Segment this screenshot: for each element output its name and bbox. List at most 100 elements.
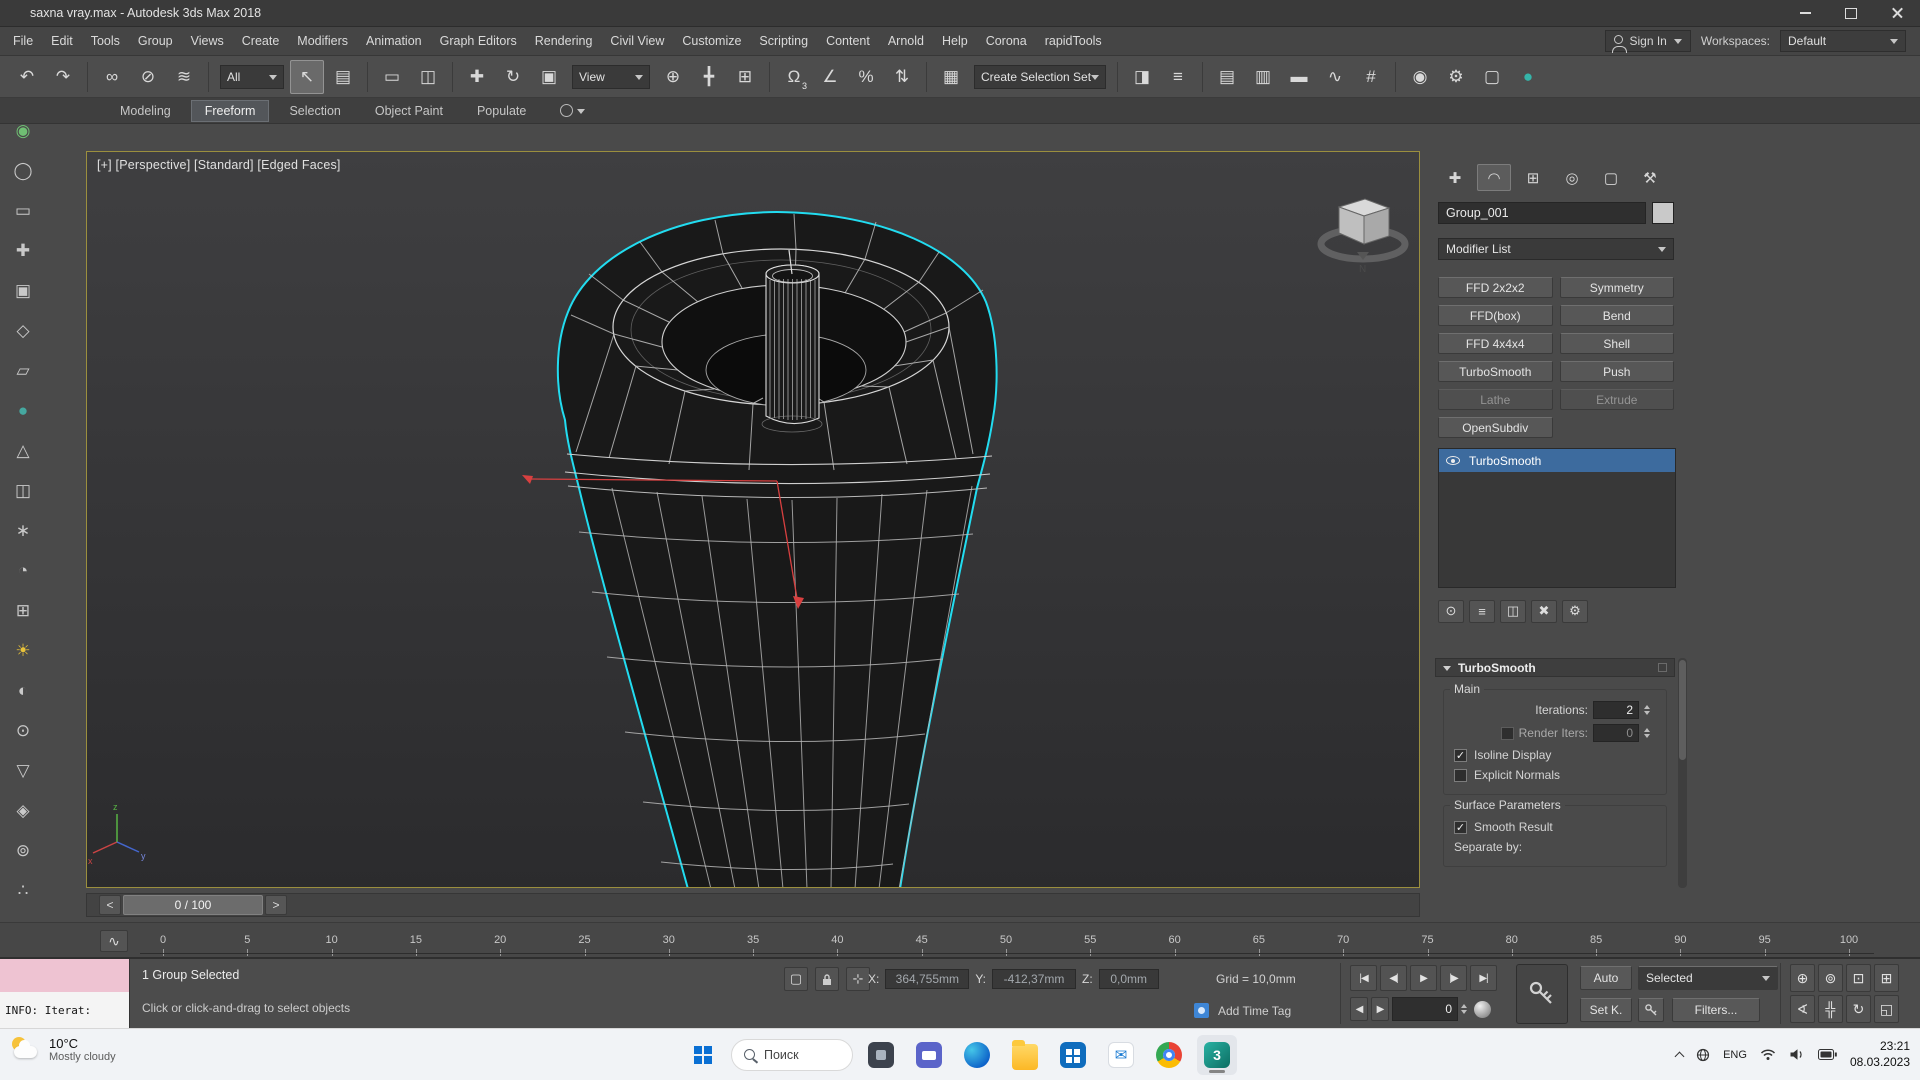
taskbar-app-teams[interactable] bbox=[909, 1035, 949, 1075]
wifi-icon[interactable] bbox=[1760, 1048, 1776, 1061]
zoom-extents-icon[interactable]: ⊡ bbox=[1846, 964, 1871, 992]
zoom-extents-all-icon[interactable]: ⊞ bbox=[1874, 964, 1899, 992]
modifier-button-push[interactable]: Push bbox=[1559, 361, 1674, 382]
filters-button[interactable]: Filters... bbox=[1672, 998, 1760, 1022]
menu-modifiers[interactable]: Modifiers bbox=[288, 27, 357, 55]
left-tool-icon-10[interactable]: ◫ bbox=[5, 474, 41, 508]
render-iters-field[interactable]: 0 bbox=[1593, 724, 1639, 742]
left-tool-icon-17[interactable]: ▽ bbox=[5, 754, 41, 788]
undo-icon[interactable]: ↶ bbox=[10, 60, 44, 94]
key-selection-dropdown[interactable]: Selected bbox=[1638, 966, 1778, 990]
ribbon-tab-modeling[interactable]: Modeling bbox=[106, 100, 185, 122]
menu-tools[interactable]: Tools bbox=[82, 27, 129, 55]
taskbar-search[interactable]: Поиск bbox=[731, 1038, 853, 1071]
iterations-field[interactable]: 2 bbox=[1593, 701, 1639, 719]
reference-coordinate-dropdown[interactable]: View bbox=[572, 64, 650, 89]
weather-widget[interactable]: 10°C Mostly cloudy bbox=[10, 1035, 116, 1063]
track-bar[interactable]: ∿ 0 5 10 15 20 25 30 35 40 45 50 55 60 65 70 75 80 85 90 95… bbox=[0, 922, 1920, 958]
percent-snap-icon[interactable]: % bbox=[849, 60, 883, 94]
menu-graph-editors[interactable]: Graph Editors bbox=[431, 27, 526, 55]
left-tool-icon-06[interactable]: ◇ bbox=[5, 314, 41, 348]
bind-to-space-warp-icon[interactable]: ≋ bbox=[167, 60, 201, 94]
time-slider-handle[interactable]: 0 / 100 bbox=[123, 895, 263, 915]
menu-file[interactable]: File bbox=[4, 27, 42, 55]
left-tool-icon-20[interactable]: ∴ bbox=[5, 874, 41, 908]
ribbon-tab-populate[interactable]: Populate bbox=[463, 100, 540, 122]
zoom-icon[interactable]: ⊕ bbox=[1790, 964, 1815, 992]
modifier-button-lathe[interactable]: Lathe bbox=[1438, 389, 1553, 410]
field-of-view-icon[interactable]: ∢ bbox=[1790, 995, 1815, 1023]
spinner-snap-icon[interactable]: ⇅ bbox=[885, 60, 919, 94]
z-coordinate-field[interactable]: 0,0mm bbox=[1098, 969, 1159, 989]
taskbar-app-chrome[interactable] bbox=[1149, 1035, 1189, 1075]
render-production-icon[interactable]: ● bbox=[1511, 60, 1545, 94]
render-iters-checkbox[interactable] bbox=[1500, 726, 1514, 740]
viewcube-north-label[interactable]: N bbox=[1359, 264, 1366, 275]
render-iters-spinner[interactable] bbox=[1644, 725, 1650, 741]
keyboard-shortcut-override-icon[interactable]: ⊞ bbox=[728, 60, 762, 94]
modify-tab-icon[interactable]: ◠ bbox=[1477, 164, 1511, 191]
menu-scripting[interactable]: Scripting bbox=[750, 27, 817, 55]
modifier-stack[interactable]: TurboSmooth bbox=[1438, 448, 1676, 588]
workspaces-dropdown[interactable]: Default bbox=[1780, 30, 1906, 52]
explicit-normals-checkbox[interactable] bbox=[1454, 768, 1467, 782]
taskbar-app-mail[interactable] bbox=[1101, 1035, 1141, 1075]
edit-named-selections-icon[interactable]: ▦ bbox=[934, 60, 968, 94]
current-frame-field[interactable]: 0 bbox=[1392, 997, 1458, 1021]
select-and-manipulate-icon[interactable]: ╋ bbox=[692, 60, 726, 94]
menu-group[interactable]: Group bbox=[129, 27, 182, 55]
viewport-canvas[interactable]: x z y N bbox=[87, 152, 1420, 888]
taskbar-app-explorer[interactable] bbox=[1005, 1035, 1045, 1075]
ribbon-tab-object-paint[interactable]: Object Paint bbox=[361, 100, 457, 122]
menu-civil-view[interactable]: Civil View bbox=[601, 27, 673, 55]
select-object-icon[interactable]: ↖ bbox=[290, 59, 324, 94]
smooth-result-checkbox[interactable]: ✓ bbox=[1454, 820, 1467, 834]
menu-rendering[interactable]: Rendering bbox=[526, 27, 602, 55]
utilities-tab-icon[interactable]: ⚒ bbox=[1633, 164, 1667, 191]
motion-tab-icon[interactable]: ◎ bbox=[1555, 164, 1589, 191]
left-tool-icon-09[interactable]: △ bbox=[5, 434, 41, 468]
layer-explorer-icon[interactable]: ▥ bbox=[1246, 60, 1280, 94]
next-key-button[interactable]: ▶ bbox=[1371, 997, 1389, 1021]
selection-filter-dropdown[interactable]: All bbox=[220, 64, 284, 89]
curve-editor-icon[interactable]: ∿ bbox=[1318, 60, 1352, 94]
next-frame-slider-button[interactable]: > bbox=[265, 895, 287, 915]
select-and-scale-icon[interactable]: ▣ bbox=[532, 60, 566, 94]
configure-modifier-sets-icon[interactable]: ⚙ bbox=[1562, 599, 1588, 623]
menu-help[interactable]: Help bbox=[933, 27, 977, 55]
pan-icon[interactable]: ╬ bbox=[1818, 995, 1843, 1023]
absolute-offset-mode-toggle[interactable]: ⊹ bbox=[846, 967, 870, 991]
rectangular-selection-region-icon[interactable]: ▭ bbox=[375, 60, 409, 94]
modifier-button-ffd-2x2x2[interactable]: FFD 2x2x2 bbox=[1438, 277, 1553, 298]
battery-icon[interactable] bbox=[1817, 1049, 1837, 1060]
previous-frame-button[interactable]: ◀| bbox=[1380, 965, 1407, 991]
panel-scrollbar-thumb[interactable] bbox=[1679, 660, 1686, 760]
listener-line[interactable]: INFO: Iterat: bbox=[0, 992, 129, 1029]
left-tool-icon-14[interactable]: ☀ bbox=[5, 634, 41, 668]
use-pivot-center-icon[interactable]: ⊕ bbox=[656, 60, 690, 94]
ribbon-toggle-icon[interactable]: ▬ bbox=[1282, 60, 1316, 94]
left-tool-icon-13[interactable]: ⊞ bbox=[5, 594, 41, 628]
key-filters-icon-button[interactable] bbox=[1638, 998, 1664, 1022]
left-tool-icon-02[interactable]: ◯ bbox=[5, 154, 41, 188]
modifier-button-ffd-box[interactable]: FFD(box) bbox=[1438, 305, 1553, 326]
left-tool-icon-11[interactable]: ∗ bbox=[5, 514, 41, 548]
left-tool-icon-15[interactable]: ◐ bbox=[5, 674, 41, 708]
previous-frame-slider-button[interactable]: < bbox=[99, 895, 121, 915]
left-tool-icon-07[interactable]: ▱ bbox=[5, 354, 41, 388]
render-setup-icon[interactable]: ⚙ bbox=[1439, 60, 1473, 94]
close-button[interactable] bbox=[1874, 0, 1920, 26]
selection-lock-toggle[interactable] bbox=[815, 967, 839, 991]
redo-icon[interactable]: ↷ bbox=[46, 60, 80, 94]
taskbar-app-edge[interactable] bbox=[957, 1035, 997, 1075]
start-button[interactable] bbox=[683, 1035, 723, 1075]
maxscript-mini-listener[interactable]: INFO: Iterat: bbox=[0, 959, 130, 1029]
iterations-spinner[interactable] bbox=[1644, 702, 1650, 718]
clock[interactable]: 23:21 08.03.2023 bbox=[1850, 1039, 1910, 1070]
isolate-selection-toggle[interactable]: ▢ bbox=[784, 967, 808, 991]
schematic-view-icon[interactable]: # bbox=[1354, 60, 1388, 94]
set-keys-button[interactable] bbox=[1516, 964, 1568, 1024]
left-tool-icon-18[interactable]: ◈ bbox=[5, 794, 41, 828]
orbit-icon[interactable]: ↻ bbox=[1846, 995, 1871, 1023]
perspective-viewport[interactable]: x z y N [+] [Perspective] [Standard] [Ed… bbox=[86, 151, 1420, 888]
